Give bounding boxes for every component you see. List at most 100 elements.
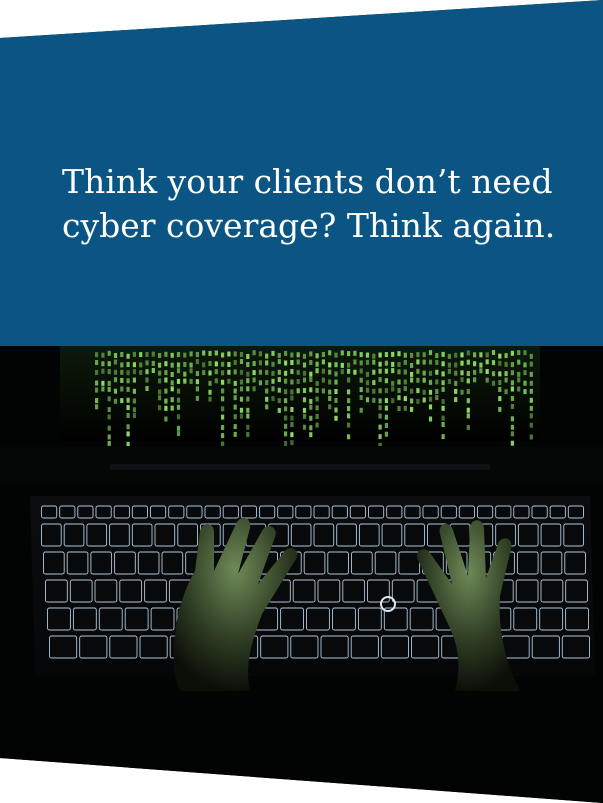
code-glyph bbox=[107, 361, 111, 367]
code-glyph bbox=[309, 351, 313, 357]
code-glyph bbox=[328, 389, 332, 395]
code-glyph bbox=[126, 431, 130, 437]
code-glyph bbox=[403, 359, 407, 365]
screen-code-rain bbox=[60, 346, 540, 448]
keyboard-key bbox=[72, 607, 97, 631]
code-glyph bbox=[460, 352, 464, 358]
code-glyph bbox=[447, 353, 451, 359]
code-glyph bbox=[321, 388, 325, 394]
keyboard-key bbox=[517, 523, 539, 547]
code-glyph bbox=[473, 377, 477, 383]
keyboard-key bbox=[531, 635, 560, 659]
code-glyph bbox=[517, 386, 521, 392]
code-glyph bbox=[189, 362, 193, 368]
code-glyph bbox=[126, 378, 130, 384]
code-glyph bbox=[529, 353, 533, 359]
keyboard-key bbox=[79, 635, 108, 659]
code-glyph bbox=[428, 379, 433, 385]
code-glyph bbox=[246, 413, 250, 419]
code-glyph bbox=[510, 404, 514, 409]
code-glyph bbox=[183, 352, 187, 358]
code-glyph bbox=[126, 370, 130, 376]
code-glyph bbox=[365, 397, 370, 403]
code-glyph bbox=[246, 354, 250, 359]
code-glyph bbox=[296, 352, 300, 358]
code-glyph bbox=[277, 398, 281, 404]
code-glyph bbox=[284, 389, 288, 395]
code-glyph bbox=[466, 350, 470, 356]
keyboard-key bbox=[567, 505, 584, 519]
code-glyph bbox=[284, 415, 288, 421]
code-glyph bbox=[334, 379, 338, 385]
code-glyph bbox=[176, 397, 181, 403]
code-glyph bbox=[441, 380, 445, 386]
keyboard-key bbox=[331, 505, 348, 519]
code-glyph bbox=[410, 363, 414, 368]
keyboard-key bbox=[540, 551, 563, 575]
code-glyph bbox=[120, 377, 124, 383]
code-glyph bbox=[277, 352, 281, 358]
code-glyph bbox=[441, 434, 445, 440]
code-glyph bbox=[454, 388, 458, 394]
code-glyph bbox=[164, 398, 168, 404]
code-glyph bbox=[189, 368, 193, 374]
code-glyph bbox=[340, 350, 344, 356]
code-glyph bbox=[460, 360, 464, 366]
code-glyph bbox=[246, 371, 250, 377]
code-glyph bbox=[529, 405, 533, 411]
keyboard-key bbox=[114, 551, 136, 575]
code-glyph bbox=[384, 352, 388, 357]
code-glyph bbox=[221, 388, 225, 394]
code-glyph bbox=[466, 389, 470, 394]
code-glyph bbox=[221, 433, 225, 439]
code-glyph bbox=[479, 362, 483, 368]
code-glyph bbox=[384, 423, 388, 428]
code-glyph bbox=[347, 368, 351, 374]
code-glyph bbox=[441, 361, 445, 367]
code-glyph bbox=[466, 359, 470, 365]
code-glyph bbox=[302, 353, 307, 359]
code-glyph bbox=[479, 368, 483, 374]
code-glyph bbox=[466, 425, 470, 430]
code-glyph bbox=[365, 352, 370, 358]
code-glyph bbox=[422, 397, 426, 403]
code-glyph bbox=[347, 406, 351, 412]
code-glyph bbox=[315, 422, 319, 428]
code-glyph bbox=[113, 388, 118, 394]
code-glyph bbox=[158, 370, 162, 376]
code-glyph bbox=[523, 350, 527, 356]
code-glyph bbox=[233, 414, 237, 420]
code-glyph bbox=[202, 362, 206, 368]
keyboard-key bbox=[350, 635, 379, 659]
code-glyph bbox=[170, 405, 174, 411]
code-glyph bbox=[132, 369, 136, 375]
code-glyph bbox=[422, 370, 426, 376]
code-glyph bbox=[378, 413, 382, 419]
code-glyph bbox=[410, 352, 414, 358]
code-glyph bbox=[410, 371, 414, 377]
code-glyph bbox=[95, 352, 99, 358]
code-glyph bbox=[378, 398, 382, 404]
code-glyph bbox=[504, 377, 508, 383]
keyboard-key bbox=[66, 551, 89, 575]
code-glyph bbox=[120, 369, 124, 375]
code-glyph bbox=[258, 360, 262, 366]
code-glyph bbox=[328, 396, 332, 401]
code-glyph bbox=[183, 378, 187, 384]
code-glyph bbox=[284, 423, 288, 429]
code-glyph bbox=[384, 431, 388, 437]
keyboard-key bbox=[119, 579, 143, 603]
code-glyph bbox=[504, 389, 508, 395]
code-glyph bbox=[290, 432, 294, 438]
keyboard-key bbox=[477, 505, 494, 519]
code-glyph bbox=[510, 362, 514, 368]
code-glyph bbox=[208, 350, 212, 356]
code-glyph bbox=[233, 351, 237, 357]
code-glyph bbox=[277, 387, 281, 393]
code-glyph bbox=[315, 387, 319, 393]
keyboard-key bbox=[327, 551, 349, 575]
keyboard-key bbox=[277, 505, 294, 519]
keyboard-key bbox=[306, 607, 330, 631]
code-glyph bbox=[403, 386, 407, 392]
code-glyph bbox=[233, 360, 237, 365]
